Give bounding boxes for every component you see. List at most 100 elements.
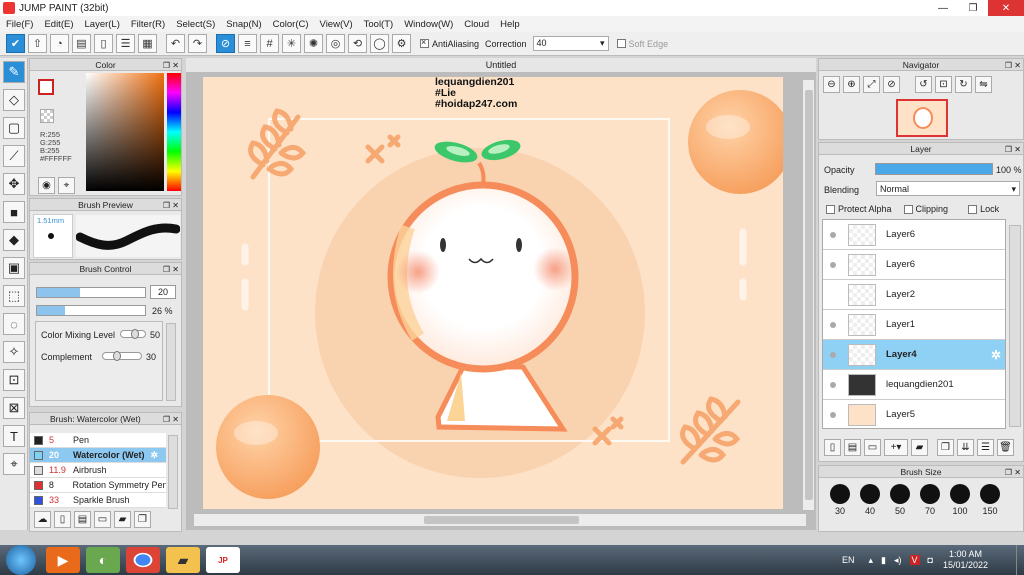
media-player-icon[interactable]: ▶: [46, 547, 80, 573]
panel-close-icon[interactable]: ❐ ✕: [163, 264, 179, 276]
cross-snap-icon[interactable]: #: [260, 34, 279, 53]
visibility-eye-icon[interactable]: [830, 351, 836, 358]
language-indicator[interactable]: EN: [842, 555, 855, 565]
magic-wand-tool-icon[interactable]: ✧: [3, 341, 25, 363]
fill-shape-tool-icon[interactable]: ■: [3, 201, 25, 223]
soft-edge-checkbox[interactable]: [616, 39, 626, 48]
menu-cloud[interactable]: Cloud: [464, 19, 489, 30]
app-green-icon[interactable]: ◐: [86, 547, 120, 573]
jump-paint-taskbar-icon[interactable]: JP: [206, 547, 240, 573]
panel-close-icon[interactable]: ❐ ✕: [163, 200, 179, 212]
menu-tool[interactable]: Tool(T): [364, 19, 394, 30]
foreground-color-swatch[interactable]: [38, 79, 54, 95]
gradient-tool-icon[interactable]: ▣: [3, 257, 25, 279]
clipping-checkbox[interactable]: [903, 204, 913, 214]
layer-row[interactable]: Layer1: [823, 310, 1005, 340]
undo-icon[interactable]: ↶: [166, 34, 185, 53]
menu-window[interactable]: Window(W): [404, 19, 453, 30]
color-mixing-slider[interactable]: [120, 329, 146, 339]
canvas-horizontal-scrollbar[interactable]: [194, 514, 806, 526]
circle-snap-icon[interactable]: ◎: [326, 34, 345, 53]
add-layer-menu-icon[interactable]: +▾: [884, 439, 908, 456]
new-layer-icon[interactable]: ▯: [824, 439, 841, 456]
visibility-eye-icon[interactable]: [830, 231, 836, 238]
redo-icon[interactable]: ↷: [188, 34, 207, 53]
visibility-eye-icon[interactable]: [830, 261, 836, 268]
cloud-sync-icon[interactable]: ✔: [6, 34, 25, 53]
menu-file[interactable]: File(F): [6, 19, 33, 30]
brush-size-40[interactable]: 40: [855, 484, 885, 516]
menu-help[interactable]: Help: [500, 19, 520, 30]
visibility-eye-icon[interactable]: [830, 321, 836, 328]
brush-size-70[interactable]: 70: [915, 484, 945, 516]
volume-icon[interactable]: ◂): [894, 555, 902, 566]
gear-icon[interactable]: ✲: [151, 450, 159, 461]
layer-row-selected[interactable]: Layer4 ✲: [823, 340, 1005, 370]
brush-item-sparkle-brush[interactable]: 33 Sparkle Brush: [30, 493, 166, 508]
fit-center-icon[interactable]: ⊡: [935, 76, 952, 93]
zoom-reset-icon[interactable]: ⊘: [883, 76, 900, 93]
camera-icon[interactable]: ◘: [928, 555, 933, 565]
network-icon[interactable]: ▮: [881, 555, 886, 566]
select-eraser-tool-icon[interactable]: ⊠: [3, 397, 25, 419]
layer-opacity-slider[interactable]: [875, 163, 993, 175]
select-pen-tool-icon[interactable]: ⊡: [3, 369, 25, 391]
message-icon[interactable]: ▤: [72, 34, 91, 53]
duplicate-brush-icon[interactable]: ❐: [134, 511, 151, 528]
bucket-tool-icon[interactable]: ◆: [3, 229, 25, 251]
brush-item-rotation-symmetry-pen[interactable]: 8 Rotation Symmetry Pen: [30, 478, 166, 493]
palette-icon[interactable]: ◉: [38, 177, 55, 194]
text-tool-icon[interactable]: T: [3, 425, 25, 447]
blending-select[interactable]: Normal ▾: [876, 181, 1020, 196]
complement-slider[interactable]: [102, 351, 142, 361]
fit-window-icon[interactable]: ⤢: [863, 76, 880, 93]
brush-size-50[interactable]: 50: [885, 484, 915, 516]
layer-row[interactable]: lequangdien201: [823, 370, 1005, 400]
menu-view[interactable]: View(V): [320, 19, 353, 30]
rectangle-select-tool-icon[interactable]: ▢: [3, 117, 25, 139]
menu-filter[interactable]: Filter(R): [131, 19, 165, 30]
export-icon[interactable]: ⇧: [28, 34, 47, 53]
select-tool-icon[interactable]: ⬚: [3, 285, 25, 307]
lasso-tool-icon[interactable]: ◌: [3, 313, 25, 335]
zoom-in-icon[interactable]: ⊕: [843, 76, 860, 93]
folder-icon[interactable]: ▰: [911, 439, 928, 456]
new-brush-icon[interactable]: ▯: [54, 511, 71, 528]
layer-settings-gear-icon[interactable]: ✲: [991, 348, 1001, 362]
panel-close-icon[interactable]: ❐ ✕: [163, 60, 179, 72]
minimize-button[interactable]: —: [928, 0, 958, 16]
brush-size-input[interactable]: 20: [150, 285, 176, 299]
panel-close-icon[interactable]: ❐ ✕: [1005, 60, 1021, 72]
menu-color[interactable]: Color(C): [273, 19, 309, 30]
panel-close-icon[interactable]: ❐ ✕: [1005, 144, 1021, 156]
cloud-brush-icon[interactable]: ☁: [34, 511, 51, 528]
maximize-button[interactable]: ❐: [958, 0, 988, 16]
curve-snap-icon[interactable]: ⟲: [348, 34, 367, 53]
layer-menu-icon[interactable]: ☰: [977, 439, 994, 456]
layer-row[interactable]: Layer2: [823, 280, 1005, 310]
brush-control-scrollbar[interactable]: [166, 323, 176, 401]
menu-select[interactable]: Select(S): [176, 19, 215, 30]
windows-start-icon[interactable]: [6, 545, 36, 575]
list-icon[interactable]: ☰: [116, 34, 135, 53]
folder-icon[interactable]: ▰: [114, 511, 131, 528]
panel-close-icon[interactable]: ❐ ✕: [163, 414, 179, 426]
brush-size-100[interactable]: 100: [945, 484, 975, 516]
eyedropper-icon[interactable]: ⌖: [58, 177, 75, 194]
rotate-right-icon[interactable]: ↻: [955, 76, 972, 93]
pen-tool-icon[interactable]: ⟋: [3, 145, 25, 167]
new-tone-layer-icon[interactable]: ▤: [844, 439, 861, 456]
ellipse-snap-icon[interactable]: ◯: [370, 34, 389, 53]
grid-settings-icon[interactable]: ▦: [138, 34, 157, 53]
correction-select[interactable]: 40 ▾: [532, 36, 609, 51]
duplicate-layer-icon[interactable]: ❐: [937, 439, 954, 456]
brush-item-pen[interactable]: 5 Pen: [30, 433, 166, 448]
layer-list-scrollbar[interactable]: [1009, 225, 1021, 427]
transparent-color-swatch[interactable]: [40, 109, 54, 123]
brush-list-scrollbar[interactable]: [168, 435, 178, 509]
brush-item-watercolor-wet[interactable]: 20 Watercolor (Wet) ✲: [30, 448, 166, 463]
antivirus-icon[interactable]: V: [909, 555, 920, 565]
tray-arrow-icon[interactable]: ▴: [869, 555, 874, 566]
saturation-value-picker[interactable]: [86, 73, 164, 191]
brush-opacity-slider[interactable]: [36, 305, 146, 316]
